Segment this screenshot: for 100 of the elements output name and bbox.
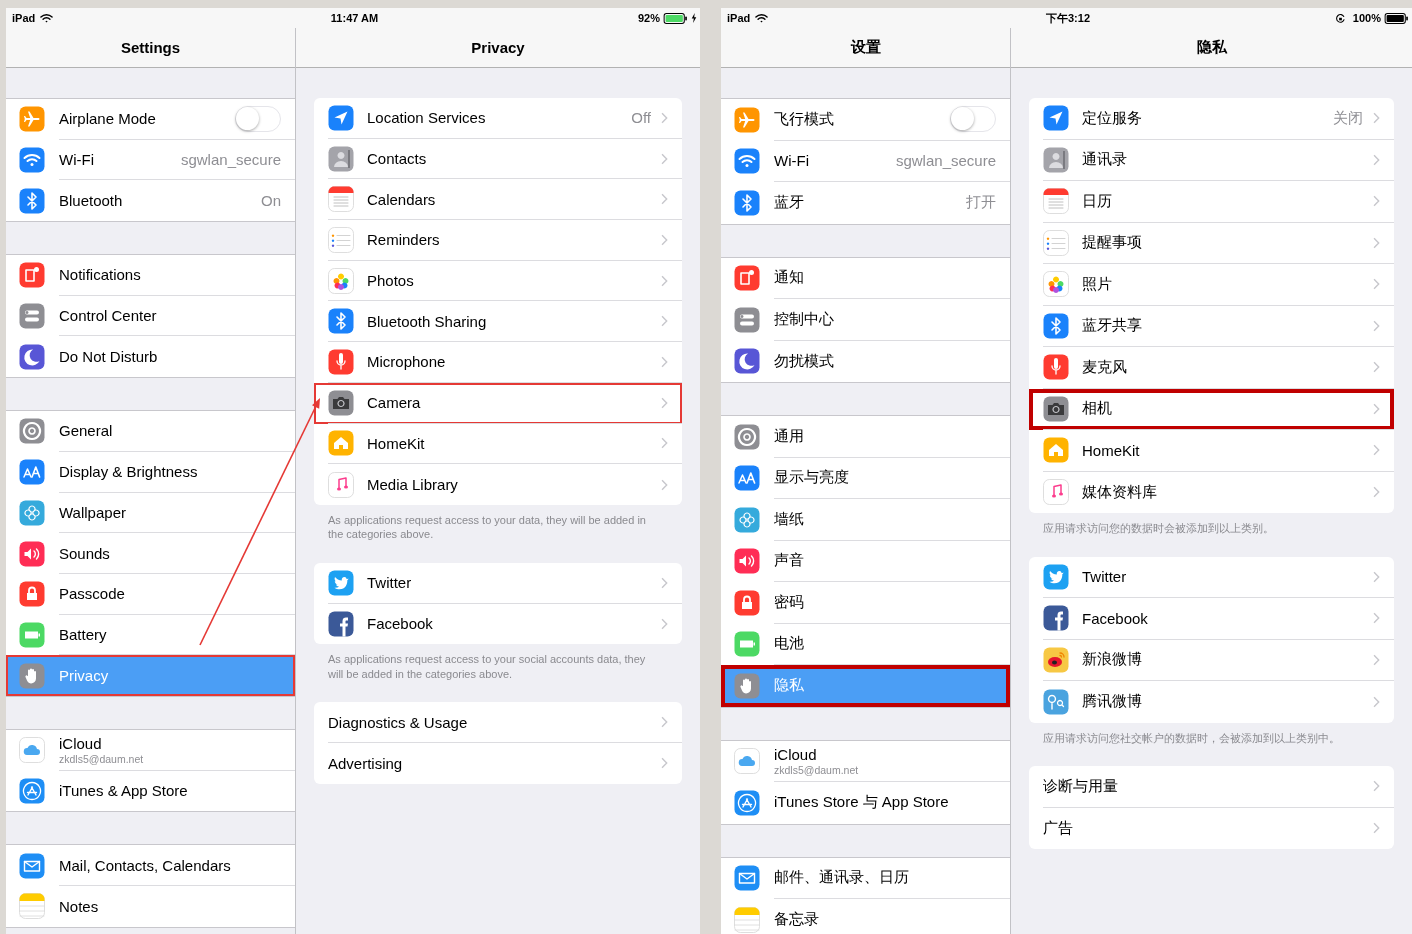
settings-row[interactable]: iCloud zkdls5@daum.net	[721, 740, 1010, 782]
toggle-switches-icon	[19, 303, 45, 330]
settings-row[interactable]: 备忘录	[721, 899, 1010, 934]
microphone-icon	[328, 348, 354, 375]
settings-row[interactable]: 声音	[721, 540, 1010, 582]
settings-row[interactable]: Media Library	[314, 464, 682, 505]
settings-row[interactable]: HomeKit	[1029, 430, 1394, 472]
bird-icon	[1043, 563, 1069, 590]
settings-row[interactable]: 相机	[1029, 388, 1394, 430]
petals-icon	[1043, 271, 1069, 298]
status-time: 11:47 AM	[330, 12, 379, 24]
chevron-icon	[661, 274, 668, 287]
chevron-icon	[1373, 402, 1380, 415]
settings-row[interactable]: 通讯录	[1029, 139, 1394, 181]
eye-logo-icon	[1043, 646, 1069, 673]
settings-row[interactable]: 照片	[1029, 264, 1394, 306]
settings-row[interactable]: 通知	[721, 257, 1010, 299]
petals-icon	[328, 267, 354, 294]
speaker-icon	[19, 540, 45, 567]
settings-row[interactable]: Display & Brightness	[6, 451, 295, 493]
row-value: Off	[631, 109, 651, 127]
battery-percent: 100%	[1352, 12, 1381, 24]
settings-row[interactable]: 飞行模式	[721, 99, 1010, 141]
settings-row[interactable]: 显示与亮度	[721, 457, 1010, 499]
chevron-icon	[1373, 444, 1380, 457]
settings-row[interactable]: Sounds	[6, 533, 295, 574]
settings-row[interactable]: 蓝牙共享	[1029, 305, 1394, 347]
toggle-switch[interactable]	[950, 106, 996, 133]
chevron-icon	[1373, 570, 1380, 583]
text-size-icon	[734, 465, 760, 492]
settings-row[interactable]: 通用	[721, 416, 1010, 458]
settings-row[interactable]: Twitter	[1029, 556, 1394, 598]
settings-row[interactable]: 新浪微博	[1029, 639, 1394, 681]
person-silhouette-icon	[328, 145, 354, 172]
settings-row[interactable]: 定位服务 关闭	[1029, 98, 1394, 140]
settings-row[interactable]: Notifications	[6, 255, 295, 296]
settings-row[interactable]: Location Services Off	[314, 98, 682, 139]
settings-row[interactable]: Airplane Mode	[6, 99, 295, 140]
settings-row[interactable]: 日历	[1029, 181, 1394, 223]
settings-row[interactable]: Photos	[314, 260, 682, 302]
settings-row[interactable]: Camera	[314, 382, 682, 424]
chevron-icon	[1373, 278, 1380, 291]
gear-icon	[19, 418, 45, 445]
padlock-icon	[19, 581, 45, 608]
settings-row[interactable]: Wi-Fi sgwlan_secure	[6, 139, 295, 181]
settings-row[interactable]: Mail, Contacts, Calendars	[6, 845, 295, 886]
settings-row[interactable]: 控制中心	[721, 299, 1010, 341]
row-value: sgwlan_secure	[180, 151, 281, 169]
checklist-icon	[328, 226, 354, 253]
account-email: zkdls5@daum.net	[774, 763, 860, 776]
settings-row[interactable]: 腾讯微博	[1029, 681, 1394, 723]
settings-row[interactable]: Reminders	[314, 220, 682, 261]
settings-row[interactable]: Passcode	[6, 573, 295, 615]
settings-row[interactable]: 密码	[721, 582, 1010, 624]
toggle-switch[interactable]	[235, 105, 281, 132]
settings-row[interactable]: 蓝牙 打开	[721, 182, 1010, 224]
chevron-icon	[1373, 236, 1380, 249]
bluetooth-icon	[734, 189, 760, 216]
settings-row[interactable]: Calendars	[314, 179, 682, 221]
wifi-icon	[755, 13, 769, 23]
settings-row[interactable]: 墙纸	[721, 499, 1010, 541]
settings-row[interactable]: Wallpaper	[6, 492, 295, 534]
settings-row[interactable]: Wi-Fi sgwlan_secure	[721, 140, 1010, 182]
settings-row[interactable]: General	[6, 411, 295, 452]
settings-row[interactable]: Bluetooth On	[6, 180, 295, 222]
settings-row[interactable]: iTunes & App Store	[6, 770, 295, 812]
bluetooth-icon	[19, 187, 45, 214]
settings-row[interactable]: Advertising	[314, 742, 682, 784]
house-icon	[1043, 437, 1069, 464]
hand-icon	[19, 662, 45, 689]
letter-a-icon	[19, 777, 45, 804]
settings-row[interactable]: 媒体资料库	[1029, 471, 1394, 513]
settings-row[interactable]: Contacts	[314, 138, 682, 180]
settings-row[interactable]: Twitter	[314, 562, 682, 604]
settings-row[interactable]: 提醒事项	[1029, 222, 1394, 264]
settings-row[interactable]: 勿扰模式	[721, 340, 1010, 382]
settings-row[interactable]: 诊断与用量	[1029, 766, 1394, 808]
flower-icon	[19, 499, 45, 526]
moon-icon	[19, 343, 45, 370]
cloud-icon	[734, 748, 760, 775]
settings-row[interactable]: Bluetooth Sharing	[314, 301, 682, 343]
chevron-icon	[1373, 486, 1380, 499]
settings-row[interactable]: Facebook	[314, 603, 682, 645]
settings-row[interactable]: iTunes Store 与 App Store	[721, 782, 1010, 824]
settings-row[interactable]: 广告	[1029, 807, 1394, 849]
settings-row[interactable]: Control Center	[6, 295, 295, 337]
settings-row[interactable]: Do Not Disturb	[6, 336, 295, 378]
flower-icon	[734, 506, 760, 533]
settings-row[interactable]: iCloud zkdls5@daum.net	[6, 729, 295, 771]
settings-row[interactable]: 麦克风	[1029, 347, 1394, 389]
settings-row[interactable]: HomeKit	[314, 423, 682, 465]
settings-row[interactable]: Diagnostics & Usage	[314, 702, 682, 743]
settings-row[interactable]: Facebook	[1029, 598, 1394, 640]
settings-row[interactable]: 邮件、通讯录、日历	[721, 857, 1010, 899]
settings-row[interactable]: Microphone	[314, 342, 682, 383]
settings-row[interactable]: Notes	[6, 886, 295, 927]
chevron-icon	[661, 193, 668, 206]
nav-title: Settings	[120, 39, 181, 56]
row-value: sgwlan_secure	[895, 152, 996, 170]
chevron-icon	[1373, 319, 1380, 332]
